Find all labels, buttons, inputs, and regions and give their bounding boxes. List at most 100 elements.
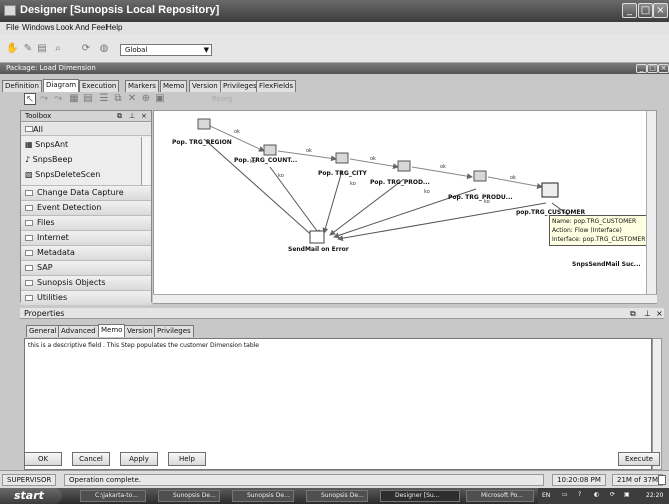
language-indicator[interactable]: EN: [542, 492, 550, 499]
toolbox-scrollbar[interactable]: [141, 137, 150, 191]
menu-look-and-feel[interactable]: Look And Feel: [56, 23, 107, 32]
category-label: Files: [37, 218, 55, 227]
category-utilities[interactable]: Utilities: [21, 290, 151, 305]
align-icon[interactable]: ☰: [98, 93, 110, 105]
step-icon[interactable]: [335, 152, 349, 164]
tool-snpsdeletescen[interactable]: ▧ SnpsDeleteScen: [25, 168, 100, 182]
restore-icon[interactable]: ⧉: [630, 309, 636, 319]
tab-version[interactable]: Version: [124, 325, 156, 337]
tab-execution[interactable]: Execution: [79, 80, 120, 92]
tab-version[interactable]: Version: [189, 80, 221, 92]
document-icon[interactable]: ▤: [36, 43, 48, 55]
properties-title: Properties: [24, 309, 65, 318]
diagram-canvas[interactable]: ok ok ok ok ok ko ko ko ko ko Pop. TRG_R…: [153, 110, 657, 304]
ok-label: ok: [306, 148, 312, 154]
tab-advanced[interactable]: Advanced: [58, 325, 99, 337]
tab-privileges[interactable]: Privileges: [154, 325, 194, 337]
task-sunopsis-2[interactable]: Sunopsis De...: [232, 490, 294, 502]
tab-memo[interactable]: Memo: [160, 80, 188, 92]
task-jakarta[interactable]: C:\jakarta-to...: [80, 490, 146, 502]
category-label: Metadata: [37, 248, 75, 257]
ok-link-icon[interactable]: ⤳: [38, 93, 50, 105]
canvas-hscroll[interactable]: [153, 294, 657, 303]
tab-markers[interactable]: Markers: [125, 80, 159, 92]
maximize-button[interactable]: □: [638, 3, 653, 18]
mail-icon[interactable]: [309, 230, 325, 244]
ko-label: ko: [424, 189, 430, 195]
menu-file[interactable]: File: [6, 23, 19, 32]
memo-textarea[interactable]: this is a descriptive field . This Step …: [24, 338, 652, 470]
tab-privileges[interactable]: Privileges: [220, 80, 260, 92]
delete-icon[interactable]: ✕: [126, 93, 138, 105]
package-close-button[interactable]: ×: [658, 64, 669, 73]
menu-help[interactable]: Help: [106, 23, 122, 32]
menu-windows[interactable]: Windows: [22, 23, 54, 32]
close-icon[interactable]: ×: [656, 309, 663, 318]
ok-button[interactable]: OK: [24, 452, 62, 466]
context-select[interactable]: Global ▼: [120, 44, 212, 56]
category-internet[interactable]: Internet: [21, 230, 151, 245]
search-icon[interactable]: ⌕: [52, 43, 64, 55]
step-label: Pop. TRG_COUNT...: [234, 157, 298, 164]
step-icon[interactable]: [541, 182, 559, 198]
reorg-label: Reorg: [212, 95, 233, 103]
restore-icon[interactable]: ⧉: [117, 112, 122, 121]
task-designer[interactable]: Designer [Su...: [380, 490, 460, 502]
save-icon[interactable]: ▣: [154, 93, 166, 105]
step-icon[interactable]: [197, 118, 211, 130]
tab-diagram[interactable]: Diagram: [43, 79, 80, 92]
cancel-button[interactable]: Cancel: [72, 452, 110, 466]
network-icon[interactable]: ▭: [562, 491, 568, 498]
package-maximize-button[interactable]: □: [647, 64, 658, 73]
folder-icon: [25, 250, 33, 256]
package-minimize-button[interactable]: _: [636, 64, 647, 73]
category-event-detection[interactable]: Event Detection: [21, 200, 151, 215]
category-change-data-capture[interactable]: Change Data Capture: [21, 185, 151, 200]
speaker-icon[interactable]: ◐: [594, 491, 599, 498]
pin-icon[interactable]: ⊥: [129, 112, 135, 120]
app-tray-icon[interactable]: ▣: [624, 491, 630, 498]
close-button[interactable]: ×: [653, 3, 668, 18]
category-files[interactable]: Files: [21, 215, 151, 230]
tool-snpsbeep[interactable]: ♪ SnpsBeep: [25, 153, 72, 167]
category-sap[interactable]: SAP: [21, 260, 151, 275]
task-microsoft-po[interactable]: Microsoft Po...: [466, 490, 534, 502]
close-icon[interactable]: ×: [141, 112, 147, 120]
ko-link-icon[interactable]: ⤳: [52, 93, 64, 105]
hand-icon[interactable]: ✋: [6, 43, 18, 55]
help-icon[interactable]: ?: [578, 491, 581, 498]
step-label: Pop. TRG_PRODU...: [448, 194, 513, 201]
step-icon[interactable]: [263, 144, 277, 156]
trash-icon[interactable]: [658, 475, 666, 485]
tab-definition[interactable]: Definition: [2, 80, 42, 92]
copy-icon[interactable]: ⧉: [112, 93, 124, 105]
pin-icon[interactable]: ⊥: [644, 309, 651, 318]
table-icon[interactable]: ▤: [82, 93, 94, 105]
tab-flexfields[interactable]: FlexFields: [256, 80, 297, 92]
task-sunopsis-3[interactable]: Sunopsis De...: [306, 490, 368, 502]
apply-button[interactable]: Apply: [120, 452, 158, 466]
step-icon[interactable]: [397, 160, 411, 172]
tab-general[interactable]: General: [26, 325, 60, 337]
execute-button[interactable]: Execute: [618, 452, 660, 466]
pencil-icon[interactable]: ✎: [22, 43, 34, 55]
tab-memo[interactable]: Memo: [98, 324, 126, 337]
toolbox-all[interactable]: All: [21, 123, 151, 136]
globe-icon[interactable]: ◍: [98, 43, 110, 55]
step-icon[interactable]: [473, 170, 487, 182]
memo-scrollbar[interactable]: [652, 338, 662, 470]
canvas-vscroll[interactable]: [646, 111, 656, 295]
tool-snpsant[interactable]: ▦ SnpsAnt: [25, 138, 68, 152]
category-metadata[interactable]: Metadata: [21, 245, 151, 260]
task-sunopsis-1[interactable]: Sunopsis De...: [158, 490, 220, 502]
refresh-icon[interactable]: ⟳: [80, 43, 92, 55]
select-icon[interactable]: ↖: [24, 93, 36, 105]
category-label: Sunopsis Objects: [37, 278, 106, 287]
minimize-button[interactable]: _: [622, 3, 637, 18]
sync-icon[interactable]: ⟳: [610, 491, 615, 498]
grid-icon[interactable]: ▦: [68, 93, 80, 105]
zoom-icon[interactable]: ⊕: [140, 93, 152, 105]
start-button[interactable]: start: [0, 488, 62, 504]
category-sunopsis-objects[interactable]: Sunopsis Objects: [21, 275, 151, 290]
help-button[interactable]: Help: [168, 452, 206, 466]
